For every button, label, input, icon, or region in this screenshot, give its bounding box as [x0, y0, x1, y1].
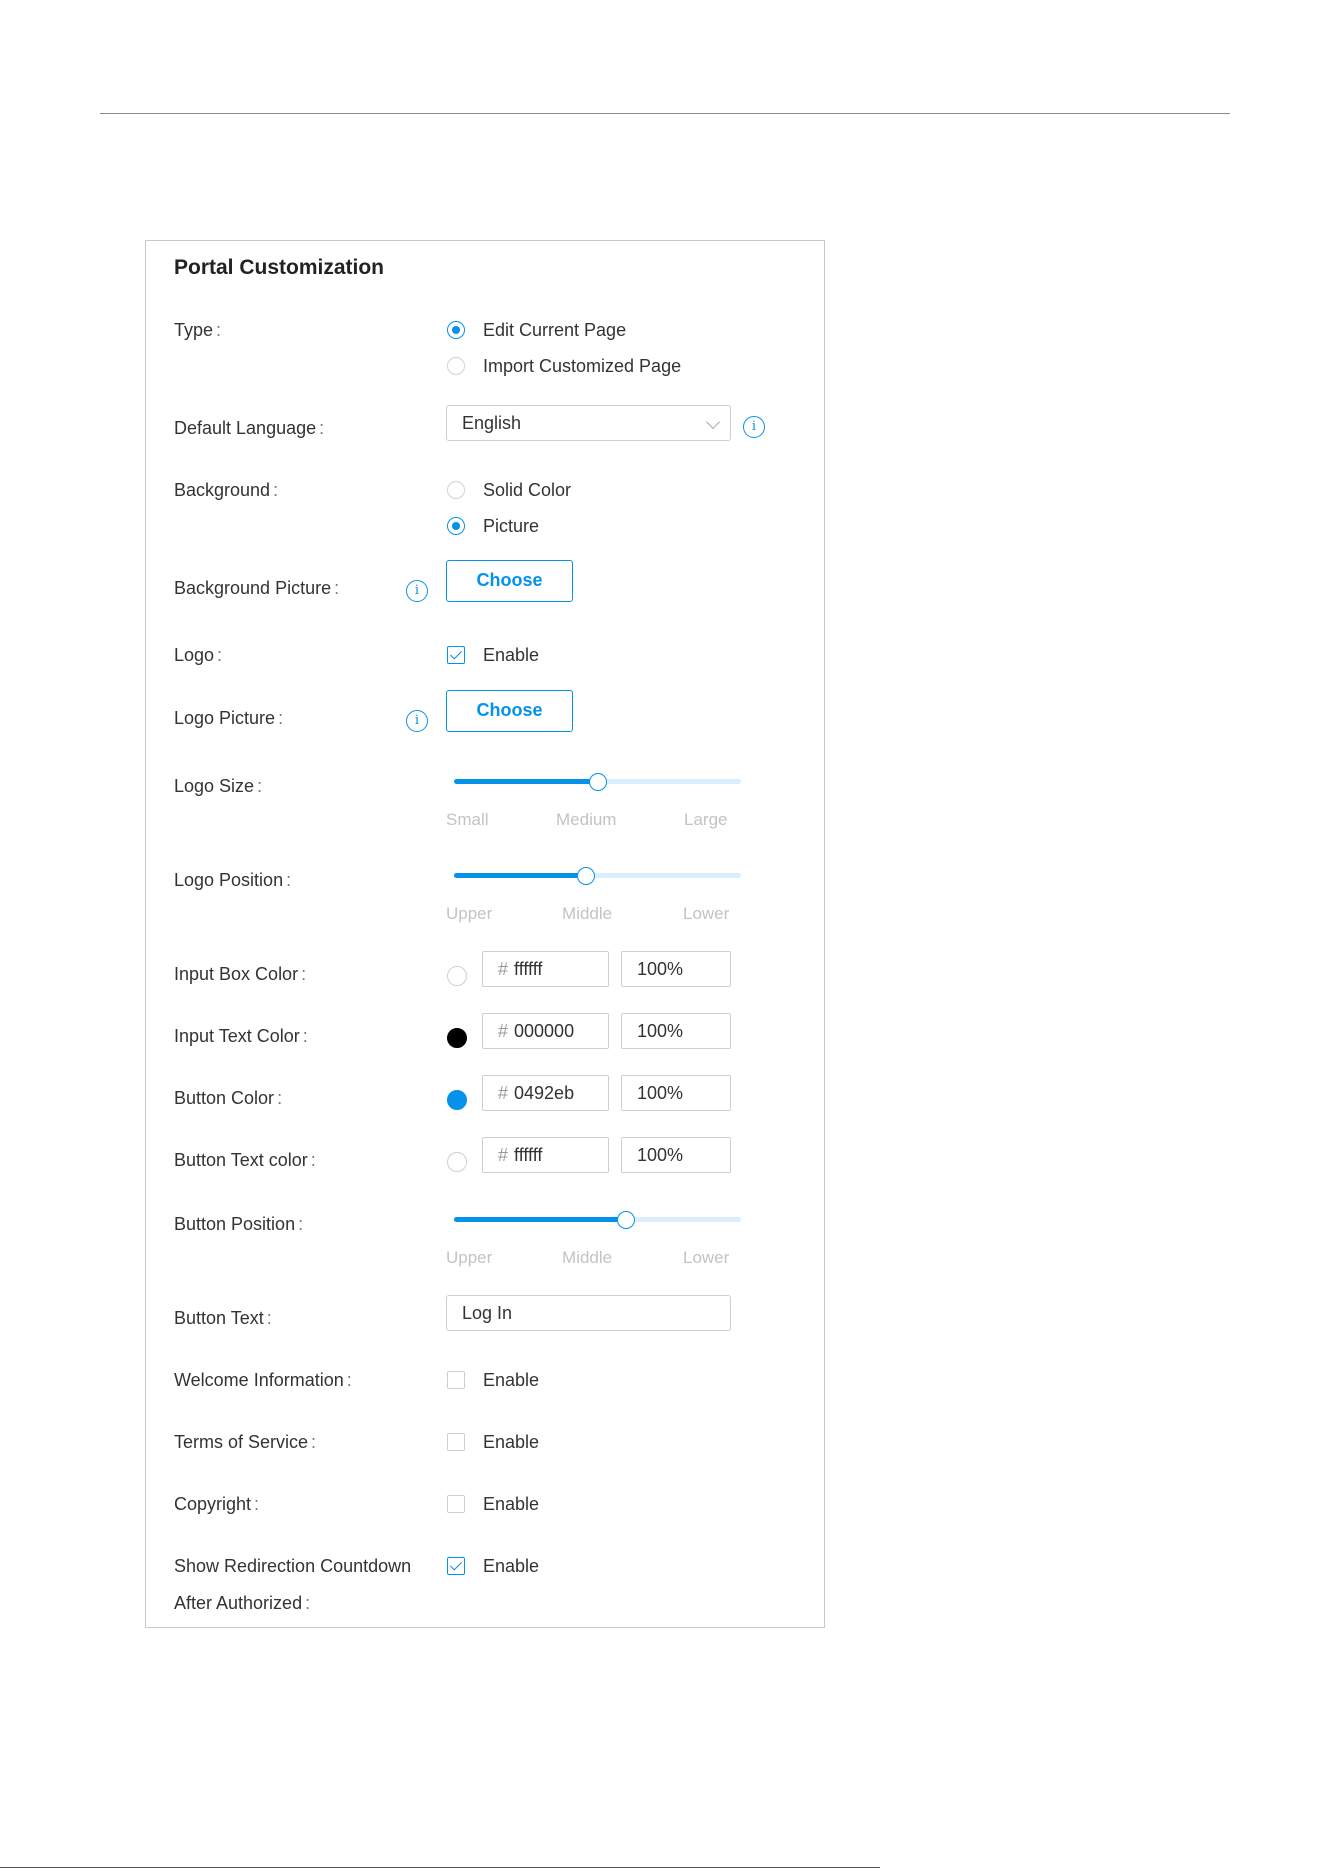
background-picture-label: Background Picture:	[174, 578, 340, 598]
button-color-label: Button Color:	[174, 1088, 283, 1108]
input-text-color-hex-input[interactable]: #000000	[482, 1013, 609, 1049]
logo-picture-label: Logo Picture:	[174, 708, 284, 728]
info-icon[interactable]: i	[406, 710, 428, 732]
button-position-slider[interactable]	[454, 1211, 741, 1235]
header-divider	[100, 113, 1230, 114]
checkbox[interactable]	[447, 1433, 465, 1451]
checkbox[interactable]	[447, 1371, 465, 1389]
input-text-color-label: Input Text Color:	[174, 1026, 308, 1046]
logo-position-slider[interactable]	[454, 867, 741, 891]
logo-size-slider[interactable]	[454, 773, 741, 797]
color-swatch[interactable]	[447, 1028, 467, 1048]
background-picture-choose-button[interactable]: Choose	[446, 560, 573, 602]
button-text-input[interactable]: Log In	[446, 1295, 731, 1331]
logo-position-label: Logo Position:	[174, 870, 292, 890]
terms-of-service-label: Terms of Service:	[174, 1432, 317, 1452]
tick-label: Upper	[446, 1248, 493, 1267]
slider-handle[interactable]	[588, 773, 607, 791]
info-icon[interactable]: i	[406, 580, 428, 602]
logo-enable-checkbox[interactable]: Enable	[446, 644, 539, 666]
type-option-edit-current-page[interactable]: Edit Current Page	[446, 319, 626, 341]
portal-customization-panel: Portal Customization Type: Edit Current …	[145, 240, 825, 1628]
tick-label: Small	[446, 810, 489, 829]
checkbox[interactable]	[447, 1495, 465, 1513]
checkbox-checked[interactable]	[447, 646, 465, 664]
color-swatch[interactable]	[447, 966, 467, 986]
welcome-information-label: Welcome Information:	[174, 1370, 352, 1390]
logo-size-label: Logo Size:	[174, 776, 263, 796]
default-language-label: Default Language:	[174, 418, 325, 438]
tick-label: Large	[684, 810, 728, 829]
color-swatch[interactable]	[447, 1152, 467, 1172]
copyright-label: Copyright:	[174, 1494, 260, 1514]
type-label: Type:	[174, 320, 222, 340]
slider-handle[interactable]	[617, 1211, 636, 1229]
radio-button[interactable]	[447, 481, 465, 499]
button-text-color-opacity-input[interactable]: 100%	[621, 1137, 731, 1173]
button-color-hex-input[interactable]: #0492eb	[482, 1075, 609, 1111]
slider-fill	[454, 779, 598, 784]
button-color-opacity-input[interactable]: 100%	[621, 1075, 731, 1111]
logo-label: Logo:	[174, 645, 223, 665]
radio-button-checked[interactable]	[447, 321, 465, 339]
slider-fill	[454, 1217, 627, 1222]
tick-label: Lower	[683, 1248, 730, 1267]
button-text-label: Button Text:	[174, 1308, 272, 1328]
redirection-countdown-label-line2: After Authorized:	[174, 1593, 311, 1613]
background-option-picture[interactable]: Picture	[446, 515, 539, 537]
input-box-color-label: Input Box Color:	[174, 964, 307, 984]
radio-button-checked[interactable]	[447, 517, 465, 535]
radio-button[interactable]	[447, 357, 465, 375]
chevron-down-icon	[705, 414, 721, 430]
input-text-color-opacity-input[interactable]: 100%	[621, 1013, 731, 1049]
welcome-information-enable-checkbox[interactable]: Enable	[446, 1369, 539, 1391]
background-option-solid-color[interactable]: Solid Color	[446, 479, 571, 501]
logo-picture-choose-button[interactable]: Choose	[446, 690, 573, 732]
background-label: Background:	[174, 480, 279, 500]
input-box-color-hex-input[interactable]: # ffffff	[482, 951, 609, 987]
button-text-color-hex-input[interactable]: # ffffff	[482, 1137, 609, 1173]
default-language-select[interactable]: English	[446, 405, 731, 441]
slider-handle[interactable]	[577, 867, 596, 885]
redirection-countdown-label-line1: Show Redirection Countdown	[174, 1556, 412, 1576]
button-position-label: Button Position:	[174, 1214, 304, 1234]
copyright-enable-checkbox[interactable]: Enable	[446, 1493, 539, 1515]
type-option-import-customized-page[interactable]: Import Customized Page	[446, 355, 681, 377]
tick-label: Upper	[446, 904, 493, 923]
tick-label: Medium	[556, 810, 617, 829]
tick-label: Middle	[562, 1248, 613, 1267]
button-text-color-label: Button Text color:	[174, 1150, 316, 1170]
tick-label: Middle	[562, 904, 613, 923]
checkbox-checked[interactable]	[447, 1557, 465, 1575]
footer-divider	[0, 1867, 880, 1868]
terms-of-service-enable-checkbox[interactable]: Enable	[446, 1431, 539, 1453]
color-swatch[interactable]	[447, 1090, 467, 1110]
slider-fill	[454, 873, 587, 878]
input-box-color-opacity-input[interactable]: 100%	[621, 951, 731, 987]
tick-label: Lower	[683, 904, 730, 923]
info-icon[interactable]: i	[743, 416, 765, 438]
redirection-countdown-enable-checkbox[interactable]: Enable	[446, 1555, 539, 1577]
panel-title: Portal Customization	[174, 256, 385, 279]
